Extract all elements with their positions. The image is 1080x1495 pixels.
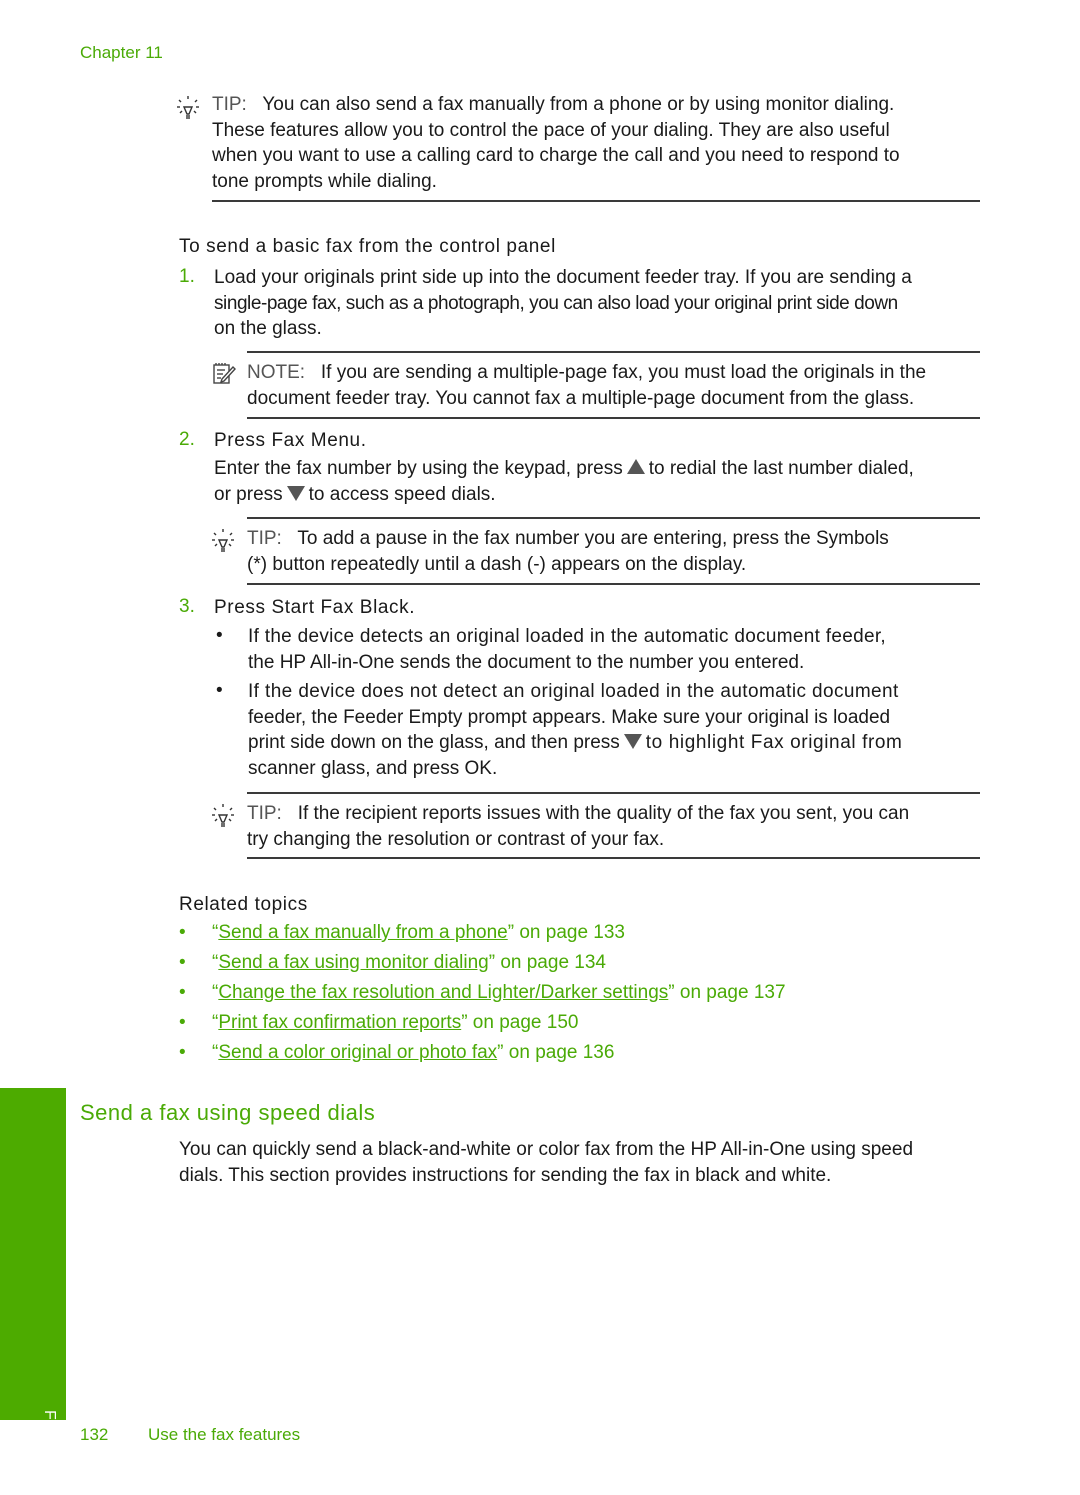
note-pencil-icon: [213, 363, 236, 384]
bullet-text-line: scanner glass, and press OK.: [248, 757, 498, 779]
bullet-item: If the device does not detect an origina…: [248, 679, 988, 781]
note-text-line: If you are sending a multiple-page fax, …: [320, 362, 927, 383]
chapter-side-tab: Fax: [0, 1088, 66, 1437]
bullet-text-line: the HP All-in-One sends the document to …: [248, 651, 805, 673]
step-3-title: Press Start Fax Black.: [214, 597, 416, 618]
page-reference: on page 133: [514, 922, 626, 943]
bullet-text-line: If the device detects an original loaded…: [248, 626, 886, 647]
section-text-line: You can quickly send a black-and-white o…: [179, 1139, 914, 1160]
divider: [247, 517, 980, 519]
related-topic-link[interactable]: Send a fax using monitor dialing: [218, 952, 488, 973]
step-2-title: Press Fax Menu.: [214, 430, 367, 451]
divider: [247, 857, 980, 859]
tip-text-line: try changing the resolution or contrast …: [247, 828, 665, 850]
step-text-line: single-page fax, such as a photograph, y…: [214, 292, 898, 314]
bullet: •: [179, 982, 186, 1003]
lightbulb-icon: [177, 96, 199, 119]
tip-callout: TIP: If the recipient reports issues wit…: [247, 801, 987, 852]
tip-text-line: You can also send a fax manually from a …: [262, 94, 895, 115]
bullet: •: [179, 1012, 186, 1033]
lightbulb-icon: [212, 529, 234, 552]
page-number: 132: [80, 1425, 109, 1444]
bullet-text: print side down on the glass, and then p…: [248, 732, 620, 753]
tip-text-line: tone prompts while dialing.: [212, 170, 437, 192]
step-1-text: Load your originals print side up into t…: [214, 265, 994, 342]
related-topic-item: • “Send a fax using monitor dialing” on p…: [179, 952, 606, 973]
related-topic-link[interactable]: Send a fax manually from a phone: [218, 922, 507, 943]
bullet-text: to highlight Fax original from: [645, 732, 903, 753]
tip-text-line: If the recipient reports issues with the…: [297, 803, 910, 824]
page-reference: on page 137: [674, 982, 786, 1003]
divider: [247, 417, 980, 419]
footer-title: Use the fax features: [148, 1425, 301, 1444]
bullet-text-line: If the device does not detect an origina…: [248, 681, 899, 702]
side-tab-label: Fax: [41, 1410, 58, 1437]
up-arrow-icon: [626, 459, 645, 475]
lightbulb-icon: [212, 804, 234, 827]
note-text-line: document feeder tray. You cannot fax a m…: [247, 387, 915, 409]
bullet-text-line: feeder, the Feeder Empty prompt appears.…: [248, 706, 891, 728]
page-reference: on page 134: [495, 952, 606, 973]
tip-callout: TIP: You can also send a fax manually fr…: [212, 92, 992, 194]
procedure-title: To send a basic fax from the control pan…: [179, 236, 556, 257]
bullet: •: [179, 952, 186, 973]
step-text: Enter the fax number by using the keypad…: [214, 458, 623, 479]
bullet: •: [179, 1042, 186, 1063]
related-topic-link[interactable]: Change the fax resolution and Lighter/Da…: [218, 982, 668, 1003]
tip-text-line: These features allow you to control the …: [212, 119, 890, 141]
step-number: 2.: [179, 429, 195, 450]
related-topic-item: • “Change the fax resolution and Lighter/…: [179, 982, 786, 1003]
step-number: 1.: [179, 266, 195, 287]
section-heading: Send a fax using speed dials: [80, 1100, 376, 1125]
bullet: •: [216, 680, 223, 701]
tip-text-line: To add a pause in the fax number you are…: [297, 528, 889, 549]
divider: [247, 583, 980, 585]
tip-text-line: when you want to use a calling card to c…: [212, 145, 900, 166]
chapter-header: Chapter 11: [80, 43, 163, 62]
related-topic-item: • “Send a color original or photo fax” on…: [179, 1042, 615, 1063]
down-arrow-icon: [623, 734, 642, 750]
tip-label: TIP:: [247, 803, 282, 824]
bullet-item: If the device detects an original loaded…: [248, 624, 988, 675]
step-number: 3.: [179, 596, 195, 617]
step-text: to redial the last number dialed,: [648, 458, 914, 479]
bullet: •: [216, 625, 223, 646]
tip-label: TIP:: [212, 94, 247, 115]
related-topic-item: • “Send a fax manually from a phone” on p…: [179, 922, 626, 943]
note-label: NOTE:: [247, 362, 306, 383]
related-topic-link[interactable]: Send a color original or photo fax: [218, 1042, 497, 1063]
step-text: or press: [214, 483, 283, 505]
tip-label: TIP:: [247, 528, 282, 549]
section-text-line: dials. This section provides instruction…: [179, 1164, 832, 1186]
tip-callout: TIP: To add a pause in the fax number yo…: [247, 526, 987, 577]
page-reference: on page 136: [503, 1042, 615, 1063]
step-2-text: Enter the fax number by using the keypad…: [214, 456, 994, 507]
tip-text-line: (*) button repeatedly until a dash (-) a…: [247, 553, 747, 575]
divider: [212, 200, 980, 202]
step-text-line: on the glass.: [214, 318, 322, 339]
related-topic-item: • “Print fax confirmation reports” on pag…: [179, 1012, 579, 1033]
bullet: •: [179, 922, 186, 943]
note-callout: NOTE: If you are sending a multiple-page…: [247, 360, 987, 411]
down-arrow-icon: [286, 485, 305, 501]
step-text-line: Load your originals print side up into t…: [214, 267, 912, 288]
related-topic-link[interactable]: Print fax confirmation reports: [218, 1012, 461, 1033]
related-topics-title: Related topics: [179, 894, 308, 915]
step-text: to access speed dials.: [308, 483, 496, 505]
section-body: You can quickly send a black-and-white o…: [179, 1137, 989, 1188]
divider: [247, 792, 980, 794]
page-reference: on page 150: [467, 1012, 579, 1033]
divider: [247, 351, 980, 353]
